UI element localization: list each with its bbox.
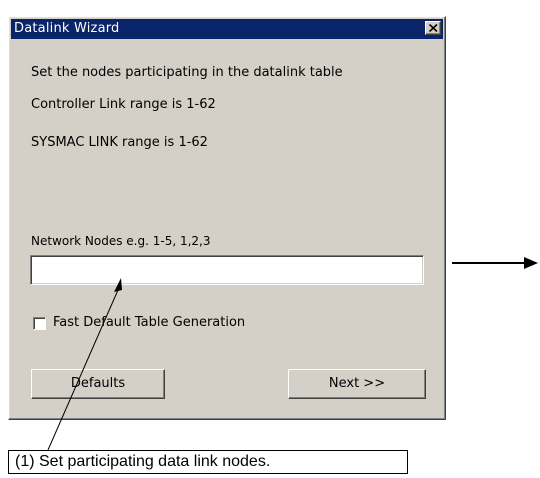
network-nodes-label: Network Nodes e.g. 1-5, 1,2,3 [31,234,211,248]
window-title: Datalink Wizard [14,21,120,36]
defaults-button[interactable]: Defaults [31,369,165,399]
fast-default-checkbox[interactable] [33,317,46,330]
callout-box: (1) Set participating data link nodes. [8,450,408,474]
close-button[interactable] [425,21,441,35]
datalink-wizard-dialog: Datalink Wizard Set the nodes participat… [8,16,446,420]
sysmac-link-range-text: SYSMAC LINK range is 1-62 [31,135,208,150]
instruction-text: Set the nodes participating in the datal… [31,65,343,80]
fast-default-label[interactable]: Fast Default Table Generation [53,315,245,330]
close-icon [429,24,438,32]
output-arrowhead [524,257,538,269]
callout-text: (1) Set participating data link nodes. [15,453,271,470]
network-nodes-input[interactable] [30,255,424,285]
title-bar[interactable]: Datalink Wizard [11,19,443,39]
next-button[interactable]: Next >> [288,369,426,399]
controller-link-range-text: Controller Link range is 1-62 [31,97,216,112]
